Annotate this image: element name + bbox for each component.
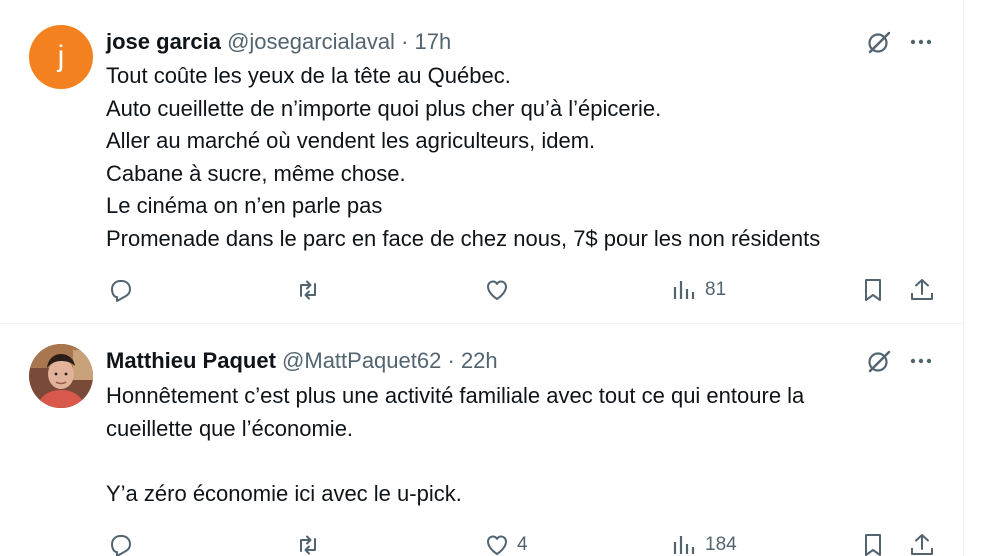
bookmark-icon [865,534,881,556]
view-count: 184 [705,534,737,555]
repost-button[interactable] [294,531,322,556]
tweet-header: jose garcia @josegarcialaval · 17h [106,29,451,55]
tweet-text: Tout coûte les yeux de la tête au Québec… [106,60,926,255]
tweet-time[interactable]: 17h [415,29,452,54]
views-button[interactable]: 184 [671,531,737,556]
tweet-text-line: Le cinéma on n’en parle pas [106,193,383,218]
more-icon[interactable] [907,347,935,375]
view-count: 81 [705,279,727,300]
tweet-text-line: Aller au marché où vendent les agriculte… [106,128,596,153]
like-button[interactable]: 4 [483,531,528,556]
reply-button[interactable] [107,276,135,304]
tweet[interactable]: j jose garcia @josegarcialaval · 17h Tou… [0,0,963,323]
views-icon [673,536,695,554]
author-handle[interactable]: @MattPaquet62 [282,348,441,373]
tweet-text-line: Auto cueillette de n’importe quoi plus c… [106,95,662,121]
views-button[interactable]: 81 [671,276,726,304]
tweet[interactable]: Matthieu Paquet @MattPaquet62 · 22h Honn… [0,324,963,556]
author-name[interactable]: Matthieu Paquet [106,348,276,373]
reply-button[interactable] [107,531,135,556]
like-count: 4 [517,534,528,555]
bookmark-icon [865,279,881,301]
share-icon [911,279,933,300]
share-button[interactable] [908,276,936,304]
tweet-text-line: Cabane à sucre, même chose. [106,160,406,186]
share-icon [911,534,933,555]
tweet-text-line: Promenade dans le parc en face de chez n… [106,225,821,251]
repost-icon [300,280,316,300]
like-button[interactable] [483,276,511,304]
reply-icon [111,535,131,556]
like-icon [487,280,507,300]
avatar[interactable] [29,344,93,408]
author-name[interactable]: jose garcia [106,29,221,54]
like-icon [487,535,507,555]
reply-icon [111,280,131,302]
bookmark-button[interactable] [859,276,887,304]
tweet-time[interactable]: 22h [461,348,498,373]
tweet-text-line [106,445,926,478]
tweet-text-line: Tout coûte les yeux de la tête au Québec… [106,63,511,88]
repost-button[interactable] [294,276,322,304]
repost-icon [300,535,316,555]
separator-dot: · [401,29,409,54]
grok-icon[interactable] [865,347,893,375]
tweet-header: Matthieu Paquet @MattPaquet62 · 22h [106,348,498,374]
avatar[interactable]: j [29,25,93,89]
tweet-text-line: cueillette que l’économie. [106,415,354,441]
tweet-text-line: Honnêtement c’est plus une activité fami… [106,383,805,408]
avatar-letter: j [57,40,65,73]
timeline-column: j jose garcia @josegarcialaval · 17h Tou… [0,0,964,556]
more-icon[interactable] [907,28,935,56]
separator-dot: · [447,348,455,373]
bookmark-button[interactable] [859,531,887,556]
grok-icon[interactable] [865,28,893,56]
author-handle[interactable]: @josegarcialaval [227,29,395,54]
tweet-text: Honnêtement c’est plus une activité fami… [106,380,926,510]
share-button[interactable] [908,531,936,556]
tweet-text-line: Y’a zéro économie ici avec le u-pick. [106,480,462,506]
views-icon [673,281,695,299]
